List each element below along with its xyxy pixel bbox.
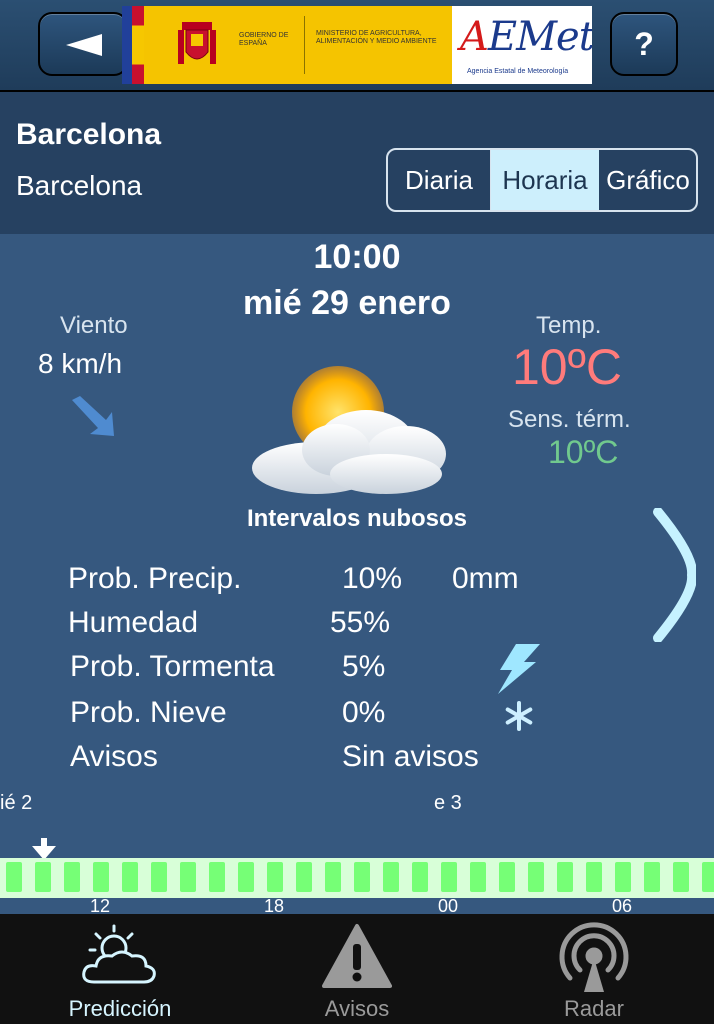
- condition-text: Intervalos nubosos: [246, 505, 468, 532]
- precip-value: 10%: [342, 562, 403, 595]
- precip-label: Prob. Precip.: [68, 562, 242, 595]
- view-segmented-control: Diaria Horaria Gráfico: [386, 148, 698, 212]
- humidity-value: 55%: [330, 606, 391, 639]
- timeline-hour-tick[interactable]: [6, 862, 22, 892]
- ministry-text: MINISTERIO DE AGRICULTURA, ALIMENTACIÓN …: [316, 30, 437, 45]
- storm-label: Prob. Tormenta: [70, 650, 275, 683]
- forecast-hour: 10:00: [313, 238, 401, 276]
- temperature-value: 10ºC: [512, 339, 622, 395]
- timeline-hour-tick[interactable]: [64, 862, 80, 892]
- lightning-icon: [498, 644, 540, 694]
- timeline-hour-tick[interactable]: [470, 862, 486, 892]
- tab-grafico[interactable]: Gráfico: [599, 150, 696, 210]
- humidity-label: Humedad: [68, 606, 199, 639]
- tab-radar[interactable]: Radar: [504, 914, 684, 1024]
- timeline-marker-icon: [32, 838, 56, 860]
- banner-divider: [304, 16, 305, 74]
- tab-label: Avisos: [324, 996, 390, 1021]
- timeline-hour-tick[interactable]: [122, 862, 138, 892]
- timeline-hour-tick[interactable]: [93, 862, 109, 892]
- warnings-value: Sin avisos: [342, 740, 479, 773]
- wind-value: 8 km/h: [38, 348, 123, 379]
- next-chevron-icon[interactable]: [652, 508, 696, 642]
- city-name: Barcelona: [16, 118, 162, 151]
- government-block: GOBIERNO DE ESPAÑA MINISTERIO DE AGRICUL…: [144, 6, 452, 84]
- eu-stripe: [122, 6, 132, 84]
- timeline-hour-tick[interactable]: [151, 862, 167, 892]
- timeline-hour-tick[interactable]: [383, 862, 399, 892]
- help-button[interactable]: ?: [610, 12, 678, 76]
- aemet-banner[interactable]: GOBIERNO DE ESPAÑA MINISTERIO DE AGRICUL…: [122, 6, 592, 84]
- timeline-hour-tick[interactable]: [354, 862, 370, 892]
- help-label: ?: [634, 26, 654, 62]
- temperature-label: Temp.: [536, 312, 602, 339]
- timeline-hour-tick[interactable]: [238, 862, 254, 892]
- timeline-hour-tick[interactable]: [180, 862, 196, 892]
- storm-value: 5%: [342, 650, 386, 683]
- back-arrow-icon: [66, 34, 102, 56]
- timeline-day-left: ié 2: [0, 792, 33, 814]
- timeline-hour-tick[interactable]: [499, 862, 515, 892]
- tab-label: Predicción: [68, 996, 172, 1021]
- timeline-hour-tick[interactable]: [412, 862, 428, 892]
- sun-cloud-icon: [82, 924, 156, 984]
- snow-value: 0%: [342, 696, 386, 729]
- tab-avisos[interactable]: Avisos: [267, 914, 447, 1024]
- feels-like-label: Sens. térm.: [508, 406, 631, 433]
- tab-horaria[interactable]: Horaria: [491, 150, 599, 210]
- gov-text: GOBIERNO DE ESPAÑA: [239, 32, 289, 47]
- timeline-hour-tick[interactable]: [702, 862, 714, 892]
- timeline-hour-tick[interactable]: [267, 862, 283, 892]
- sun-cloud-icon: [252, 366, 446, 494]
- timeline-hour-tick[interactable]: [528, 862, 544, 892]
- precip-amount: 0mm: [452, 562, 519, 595]
- feels-like-value: 10ºC: [548, 434, 619, 470]
- timeline-hour-tick[interactable]: [586, 862, 602, 892]
- timeline-hour-tick[interactable]: [673, 862, 689, 892]
- tab-prediccion[interactable]: Predicción: [30, 914, 210, 1024]
- timeline-hour-tick[interactable]: [209, 862, 225, 892]
- tab-label: Radar: [564, 996, 624, 1021]
- tab-diaria[interactable]: Diaria: [388, 150, 491, 210]
- warning-icon: [322, 924, 392, 988]
- aemet-logo: AEMet: [460, 14, 592, 60]
- timeline-hour-tick[interactable]: [35, 862, 51, 892]
- aemet-subtitle: Agencia Estatal de Meteorología: [467, 68, 569, 75]
- snowflake-icon: [505, 701, 533, 731]
- coat-of-arms-icon: [178, 22, 216, 64]
- timeline-hour-tick[interactable]: [325, 862, 341, 892]
- timeline-hour-tick[interactable]: [296, 862, 312, 892]
- wind-label: Viento: [60, 312, 128, 339]
- timeline-day-mid: e 3: [434, 792, 462, 814]
- radar-icon: [559, 922, 629, 992]
- timeline-hour-tick[interactable]: [441, 862, 457, 892]
- timeline-hour-tick[interactable]: [615, 862, 631, 892]
- wind-direction-icon: [72, 396, 114, 436]
- timeline-hour-tick[interactable]: [557, 862, 573, 892]
- warnings-label: Avisos: [70, 740, 158, 773]
- back-button[interactable]: [38, 12, 128, 76]
- timeline-hour-tick[interactable]: [644, 862, 660, 892]
- location-subtitle: Barcelona: [16, 170, 143, 201]
- snow-label: Prob. Nieve: [70, 696, 227, 729]
